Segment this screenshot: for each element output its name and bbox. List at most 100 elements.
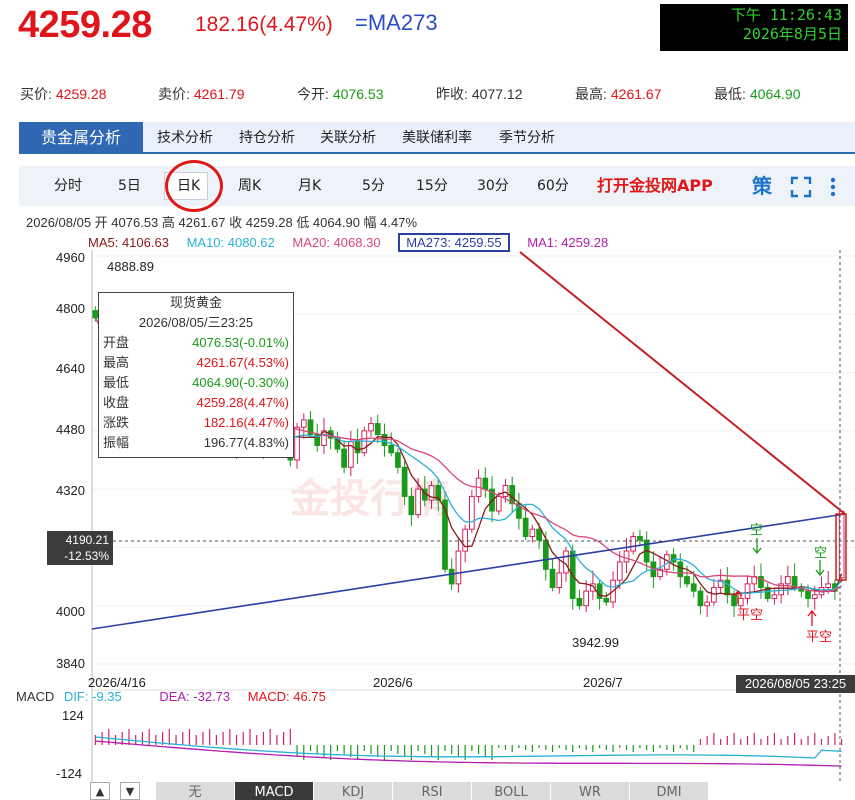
candle-body bbox=[704, 601, 711, 607]
low-annotation: 3942.99 bbox=[572, 635, 619, 650]
quote-bid: 买价: 4259.28 bbox=[20, 86, 107, 102]
candle-body bbox=[502, 485, 509, 497]
sell-arrow bbox=[815, 560, 825, 577]
candle-body bbox=[448, 568, 455, 585]
candle-body bbox=[724, 579, 731, 596]
candle-body bbox=[381, 434, 388, 446]
period-15min[interactable]: 15分 bbox=[416, 166, 448, 206]
sell-signal: 空 bbox=[814, 545, 828, 560]
price-change: 182.16(4.47%) bbox=[195, 13, 333, 36]
y-tick: 4640 bbox=[56, 361, 85, 376]
x-tick: 2026/4/16 bbox=[88, 675, 146, 690]
y-tick: 4800 bbox=[56, 301, 85, 316]
candle-body bbox=[603, 597, 610, 603]
tooltip-datetime: 2026/08/05/三23:25 bbox=[138, 315, 254, 330]
quote-open: 今开: 4076.53 bbox=[297, 86, 384, 102]
quote-low: 最低: 4064.90 bbox=[714, 86, 801, 102]
clock-date: 2026年8月5日 bbox=[742, 25, 842, 43]
clock-display: 下午 11:26:43 2026年8月5日 bbox=[660, 4, 848, 51]
candle-body bbox=[623, 550, 630, 563]
period-weekly[interactable]: 周K bbox=[238, 166, 261, 206]
tab-precious-metals[interactable]: 贵金属分析 bbox=[19, 122, 143, 154]
tooltip-row: 最低 4064.90(-0.30%) bbox=[103, 375, 289, 390]
candle-body bbox=[690, 583, 697, 592]
macd-y-top: 124 bbox=[62, 708, 84, 723]
candle-body bbox=[549, 568, 556, 588]
period-5min[interactable]: 5分 bbox=[362, 166, 385, 206]
scroll-down-icon[interactable]: ▼ bbox=[120, 782, 140, 800]
candle-body bbox=[825, 583, 832, 588]
ma5-legend: MA5: 4106.63 bbox=[88, 235, 169, 250]
candle-body bbox=[408, 495, 415, 516]
candle-body bbox=[637, 536, 643, 541]
candle-body bbox=[583, 590, 590, 607]
cover-signal: 平空 bbox=[806, 629, 833, 644]
tooltip-title: 现货黄金 bbox=[169, 295, 222, 310]
more-options-icon[interactable] bbox=[829, 172, 837, 206]
callout-line bbox=[519, 251, 846, 515]
tab-correlation[interactable]: 关联分析 bbox=[320, 122, 376, 154]
tab-seasonal[interactable]: 季节分析 bbox=[499, 122, 555, 154]
candle-body bbox=[522, 517, 529, 537]
tooltip-row: 开盘 4076.53(-0.01%) bbox=[103, 335, 289, 350]
candle-body bbox=[616, 561, 623, 581]
high-annotation: 4888.89 bbox=[107, 259, 154, 274]
candle-body bbox=[677, 561, 684, 578]
candle-body bbox=[495, 495, 502, 512]
cover-arrow bbox=[807, 609, 817, 626]
period-60min[interactable]: 60分 bbox=[537, 166, 569, 206]
candle-body bbox=[354, 441, 361, 454]
candle-body bbox=[482, 477, 489, 490]
open-app-link[interactable]: 打开金投网APP bbox=[597, 166, 713, 206]
candle-body bbox=[563, 550, 569, 574]
y-tick: 4480 bbox=[56, 422, 85, 437]
period-intraday[interactable]: 分时 bbox=[54, 166, 82, 206]
tab-wr[interactable]: WR bbox=[551, 782, 629, 800]
macd-title: MACD bbox=[16, 689, 55, 704]
candle-body bbox=[744, 583, 751, 599]
candle-body bbox=[731, 594, 737, 607]
fullscreen-icon[interactable] bbox=[789, 172, 813, 206]
candle-body bbox=[388, 444, 395, 454]
candle-body bbox=[462, 528, 468, 552]
candle-body bbox=[697, 590, 704, 607]
macd-y-bottom: -124 bbox=[56, 766, 83, 781]
sell-arrow bbox=[752, 538, 762, 555]
tooltip-row: 涨跌 182.16(4.47%) bbox=[103, 415, 289, 430]
candle-body bbox=[455, 550, 462, 585]
dea-value: DEA: -32.73 bbox=[159, 689, 231, 704]
candle-body bbox=[469, 495, 475, 530]
tab-rsi[interactable]: RSI bbox=[393, 782, 471, 800]
candle-body bbox=[415, 488, 421, 516]
tab-macd[interactable]: MACD bbox=[235, 782, 313, 800]
section-nav: 贵金属分析 技术分析 持仓分析 关联分析 美联储利率 季节分析 bbox=[19, 122, 855, 154]
period-toolbar: 分时 5日 日K 周K 月K 5分 15分 30分 60分 打开金投网APP 策 bbox=[19, 166, 855, 206]
candle-body bbox=[556, 572, 563, 589]
strategy-icon[interactable]: 策 bbox=[752, 172, 772, 200]
tab-none[interactable]: 无 bbox=[156, 782, 234, 800]
period-5day[interactable]: 5日 bbox=[118, 166, 141, 206]
indicator-tabs: ▲ ▼ 无 MACD KDJ RSI BOLL WR DMI bbox=[90, 782, 855, 800]
candle-body bbox=[294, 426, 300, 461]
candle-tooltip: 现货黄金 2026/08/05/三23:25 开盘 4076.53(-0.01%)… bbox=[98, 292, 294, 458]
tab-positions[interactable]: 持仓分析 bbox=[239, 122, 295, 154]
quote-prev-close: 昨收: 4077.12 bbox=[436, 86, 523, 102]
y-tick: 4000 bbox=[56, 604, 85, 619]
tab-boll[interactable]: BOLL bbox=[472, 782, 550, 800]
quote-high: 最高: 4261.67 bbox=[575, 86, 662, 102]
period-30min[interactable]: 30分 bbox=[477, 166, 509, 206]
quote-ask: 卖价: 4261.79 bbox=[158, 86, 245, 102]
tooltip-row: 收盘 4259.28(4.47%) bbox=[103, 395, 289, 410]
ma-indicator-label: =MA273 bbox=[355, 10, 438, 35]
tab-fed-rate[interactable]: 美联储利率 bbox=[402, 122, 472, 154]
candle-body bbox=[784, 576, 791, 585]
tab-technical[interactable]: 技术分析 bbox=[157, 122, 213, 154]
scroll-up-icon[interactable]: ▲ bbox=[90, 782, 110, 800]
period-monthly[interactable]: 月K bbox=[298, 166, 321, 206]
tab-dmi[interactable]: DMI bbox=[630, 782, 708, 800]
candle-body bbox=[341, 448, 347, 468]
candle-body bbox=[536, 528, 542, 541]
candle-body bbox=[395, 452, 401, 468]
x-tick: 2026/7 bbox=[583, 675, 623, 690]
tab-kdj[interactable]: KDJ bbox=[314, 782, 392, 800]
